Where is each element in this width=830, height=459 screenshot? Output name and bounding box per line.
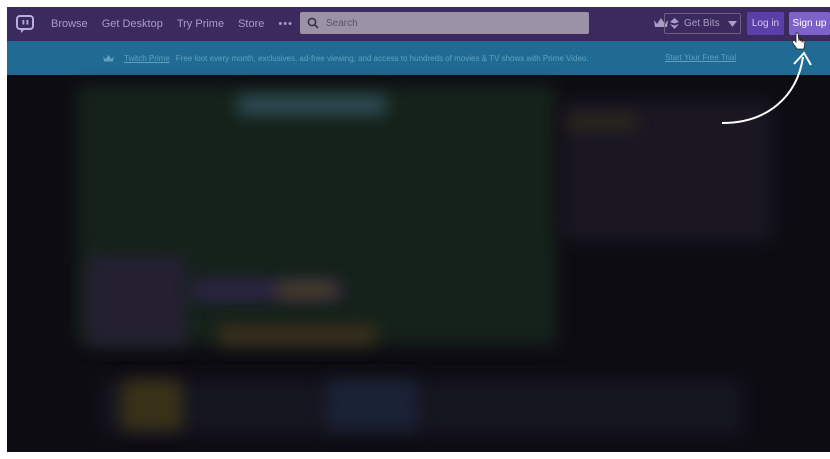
prime-message: Free loot every month, exclusives, ad-fr… [175,53,589,63]
blurred-overlay-row [217,325,377,345]
login-button[interactable]: Log in [747,12,784,35]
nav-store-link[interactable]: Store [238,18,264,30]
twitch-logo-icon[interactable] [15,14,35,34]
hand-cursor-icon [791,32,806,50]
top-nav: Browse Get Desktop Try Prime Store ••• G… [7,7,830,41]
nav-get-desktop-link[interactable]: Get Desktop [102,18,163,30]
blurred-side-title [567,115,637,129]
get-bits-button[interactable]: Get Bits [664,13,741,34]
blurred-thumbnails [102,380,742,435]
blurred-video-highlight [237,95,387,115]
prime-crown-icon [103,54,114,61]
blurred-thumb-gold [122,380,182,430]
chevron-down-icon [727,20,737,27]
search-box[interactable] [300,12,589,34]
page-frame: Browse Get Desktop Try Prime Store ••• G… [7,7,830,452]
blurred-overlay-gold [277,283,337,297]
more-menu-icon[interactable]: ••• [278,18,293,30]
nav-browse-link[interactable]: Browse [51,18,88,30]
bits-gem-icon [670,18,679,29]
prime-link[interactable]: Twitch Prime [124,54,170,63]
nav-try-prime-link[interactable]: Try Prime [177,18,224,30]
blurred-streamer-thumb [87,255,187,345]
blurred-thumb-blue [327,380,417,430]
search-input[interactable] [324,16,568,30]
get-bits-label: Get Bits [684,18,720,29]
search-icon [307,17,319,29]
